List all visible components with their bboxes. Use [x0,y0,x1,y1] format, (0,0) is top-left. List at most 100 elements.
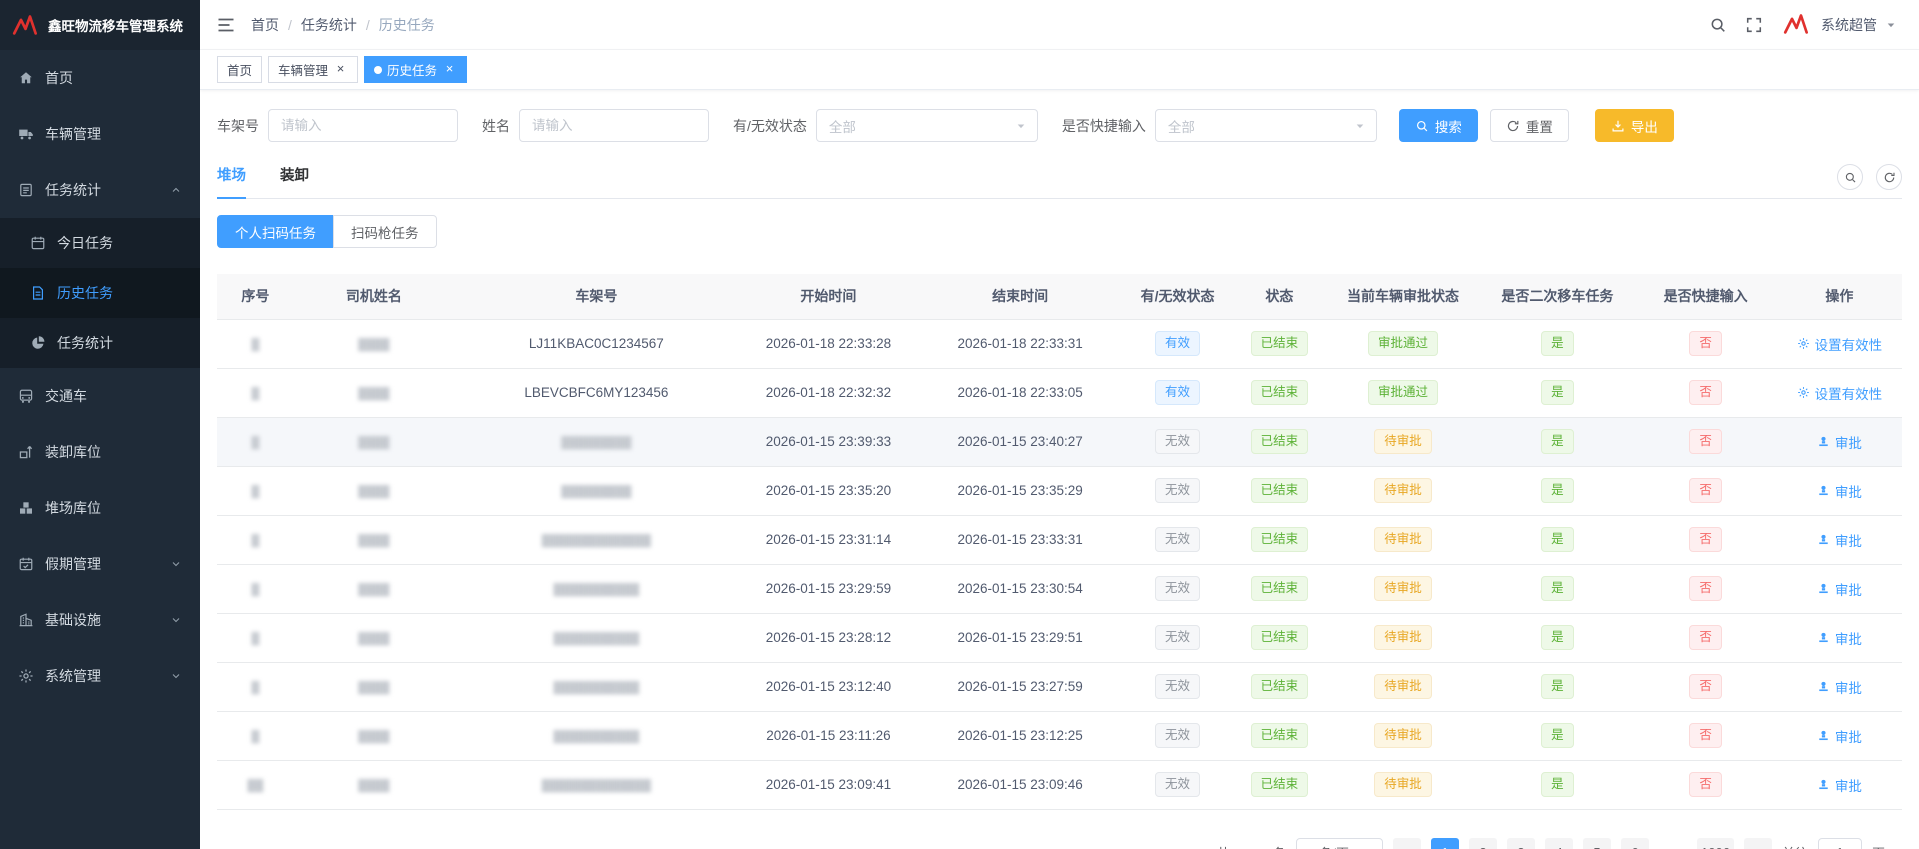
topbar-actions: 系统超管 [1709,10,1919,40]
avatar[interactable] [1781,10,1811,40]
table-row[interactable]: ██ ████ ██████████████ 2026-01-15 23:09:41 2… [217,760,1902,810]
set-validity-link[interactable]: 设置有效性 [1797,383,1883,403]
page-button[interactable]: 1006 [1697,838,1734,849]
approve-link[interactable]: 审批 [1817,432,1862,452]
approve-link[interactable]: 审批 [1817,579,1862,599]
yard-icon [18,500,34,516]
table-row[interactable]: █ ████ ███████████ 2026-01-15 23:28:12 2026-… [217,613,1902,663]
page-button[interactable]: 4 [1545,838,1574,849]
goto-page-input[interactable] [1817,838,1862,849]
approve-link[interactable]: 审批 [1817,628,1862,648]
chassis-filter-input[interactable] [268,109,458,142]
page-button[interactable]: 5 [1583,838,1612,849]
prev-page-button[interactable]: ‹ [1393,838,1422,849]
chevron-down-icon [170,614,182,626]
table-row[interactable]: █ ████ ███████████ 2026-01-15 23:11:26 2026-… [217,711,1902,761]
sidebar-item-vehicle-mgmt[interactable]: 车辆管理 [0,106,200,162]
approve-link[interactable]: 审批 [1817,481,1862,501]
view-tag[interactable]: 首页 [217,56,263,83]
validity-filter-select[interactable]: 全部 [815,109,1038,142]
table-row[interactable]: █ ████ LJ11KBAC0C1234567 2026-01-18 22:33:2… [217,319,1902,369]
status-badge: 否 [1689,625,1722,650]
table-row[interactable]: █ ████ ██████████████ 2026-01-15 23:31:14 20… [217,515,1902,565]
page-size-select[interactable]: 10条/页 [1295,838,1384,849]
sidebar-item-traffic-vehicle[interactable]: 交通车 [0,368,200,424]
breadcrumb-item[interactable]: 任务统计 [301,15,357,35]
table-row[interactable]: █ ████ █████████ 2026-01-15 23:35:20 2026-01… [217,466,1902,516]
view-tag[interactable]: 历史任务 × [364,56,468,83]
sidebar-item-yard-slots[interactable]: 堆场库位 [0,480,200,536]
column-header: 车架号 [454,274,739,320]
page-button[interactable]: 6 [1621,838,1650,849]
sidebar-item-label: 任务统计 [57,335,113,351]
approve-link[interactable]: 审批 [1817,530,1862,550]
stats-icon [30,335,46,351]
close-icon[interactable]: × [442,62,457,77]
search-button[interactable]: 搜索 [1398,109,1478,142]
status-badge: 待审批 [1374,527,1432,552]
page-button[interactable]: 2 [1469,838,1498,849]
approve-link[interactable]: 审批 [1817,726,1862,746]
table-row[interactable]: █ ████ ███████████ 2026-01-15 23:29:59 2026-… [217,564,1902,614]
quick-input-filter-label: 是否快捷输入 [1061,117,1146,134]
name-filter-input[interactable] [519,109,709,142]
status-badge: 否 [1689,772,1722,797]
close-icon[interactable]: × [333,62,348,77]
pagination-total: 共 10057 条 [1217,843,1286,849]
download-icon [1611,119,1625,133]
action-label: 审批 [1834,435,1862,451]
scanner-gun-tab[interactable]: 扫码枪任务 [333,215,437,248]
breadcrumb-item[interactable]: 首页 [251,15,279,35]
sidebar-item-infrastructure[interactable]: 基础设施 [0,592,200,648]
status-badge: 否 [1689,429,1722,454]
table-refresh-button[interactable] [1876,164,1902,190]
sidebar-item-today-tasks[interactable]: 今日任务 [0,218,200,268]
caret-down-icon[interactable] [1885,19,1897,31]
sidebar-item-history-tasks[interactable]: 历史任务 [0,268,200,318]
status-badge: 否 [1689,527,1722,552]
next-page-button[interactable]: › [1743,838,1772,849]
table-row[interactable]: █ ████ LBEVCBFC6MY123456 2026-01-18 22:32:3… [217,368,1902,418]
status-badge: 已结束 [1250,772,1309,797]
sidebar-item-home[interactable]: 首页 [0,50,200,106]
column-header: 当前车辆审批状态 [1325,274,1481,320]
redacted-text: ███████████ [553,584,640,596]
sidebar-item-task-statistics[interactable]: 任务统计 [0,318,200,368]
refresh-icon [1506,119,1520,133]
table-search-button[interactable] [1837,164,1863,190]
approve-icon [1817,484,1830,497]
approve-link[interactable]: 审批 [1817,775,1862,795]
gear-icon [1797,337,1810,350]
action-label: 审批 [1834,631,1862,647]
status-badge: 已结束 [1250,331,1309,356]
page-button[interactable]: … [1659,838,1687,849]
status-badge: 有效 [1155,380,1201,405]
reset-button[interactable]: 重置 [1489,109,1569,142]
header-search-icon[interactable] [1709,16,1727,34]
sidebar-item-label: 系统管理 [45,668,101,684]
approve-link[interactable]: 审批 [1817,677,1862,697]
sidebar-item-loading-slots[interactable]: 装卸库位 [0,424,200,480]
sidebar-item-task-stats[interactable]: 任务统计 [0,162,200,218]
sidebar-item-system-mgmt[interactable]: 系统管理 [0,648,200,704]
avatar-logo-icon [1783,11,1810,38]
view-tag[interactable]: 车辆管理 × [268,56,359,83]
table-tools [1837,164,1902,198]
sidebar-item-label: 车辆管理 [45,126,101,142]
hamburger-icon[interactable] [216,15,236,35]
tab-loading[interactable]: 装卸 [280,164,309,198]
status-badge: 否 [1689,674,1722,699]
personal-scan-tab[interactable]: 个人扫码任务 [217,215,334,248]
set-validity-link[interactable]: 设置有效性 [1797,334,1882,354]
page-button[interactable]: 1 [1431,838,1460,849]
fullscreen-icon[interactable] [1745,16,1763,34]
tab-yard[interactable]: 堆场 [217,164,246,199]
page-button[interactable]: 3 [1507,838,1536,849]
chassis-filter-label: 车架号 [217,117,259,134]
sidebar-item-holiday-mgmt[interactable]: 假期管理 [0,536,200,592]
action-label: 设置有效性 [1814,386,1883,402]
quick-input-filter-select[interactable]: 全部 [1154,109,1377,142]
export-button[interactable]: 导出 [1594,109,1674,142]
table-row[interactable]: █ ████ ███████████ 2026-01-15 23:12:40 2026-… [217,662,1902,712]
table-row[interactable]: █ ████ █████████ 2026-01-15 23:39:33 2026-01… [217,417,1902,467]
